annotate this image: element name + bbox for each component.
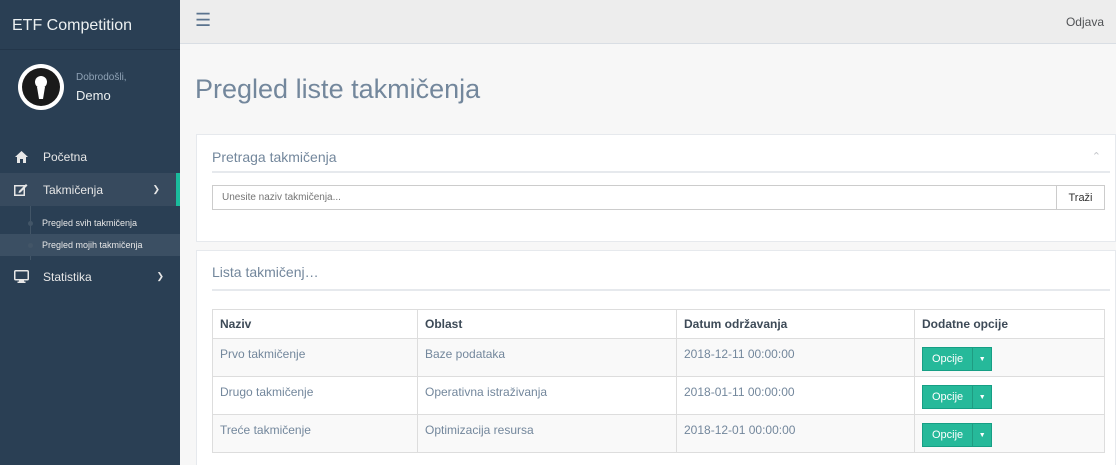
sidebar-item-takmicenja[interactable]: Takmičenja ❯ [0,173,180,206]
cell-naziv: Drugo takmičenje [212,376,418,415]
user-name: Demo [76,88,111,103]
list-panel: Lista takmičenj… Naziv Oblast Datum održ… [196,250,1116,465]
logout-link[interactable]: Odjava [1066,15,1104,29]
sidebar-subitem-all[interactable]: Pregled svih takmičenja [0,212,180,234]
menu-toggle-icon[interactable]: ☰ [195,10,211,31]
welcome-text: Dobrodošli, [76,72,127,83]
cell-options: Opcije ▼ [914,376,1105,415]
top-navbar: ☰ Odjava [180,0,1116,44]
cell-datum: 2018-01-11 00:00:00 [676,376,915,415]
table-row: Prvo takmičenje Baze podataka 2018-12-11… [212,338,1105,377]
options-button[interactable]: Opcije [922,423,973,447]
page-title: Pregled liste takmičenja [195,74,481,104]
caret-down-icon[interactable]: ▼ [972,385,993,409]
panel-divider [212,171,1110,173]
table-row: Drugo takmičenje Operativna istraživanja… [212,376,1105,415]
sidebar: ETF Competition Dobrodošli, Demo Početna… [0,0,180,465]
home-icon [13,150,29,163]
cell-datum: 2018-12-11 00:00:00 [676,338,915,377]
table-header-row: Naziv Oblast Datum održavanja Dodatne op… [212,309,1105,339]
panel-divider [212,289,1110,291]
bullet-icon [28,221,33,226]
column-header: Dodatne opcije [914,309,1105,339]
search-input[interactable] [212,185,1056,210]
brand-title[interactable]: ETF Competition [0,0,180,50]
sidebar-item-label: Početna [43,149,88,164]
search-panel: Pretraga takmičenja ⌃ Traži [196,134,1116,242]
sidebar-subitem-label: Pregled svih takmičenja [42,218,138,228]
search-panel-title: Pretraga takmičenja [212,149,337,165]
cell-oblast: Baze podataka [417,338,677,377]
user-silhouette-icon [22,68,60,106]
bullet-icon [28,243,33,248]
sidebar-item-label: Statistika [43,269,92,284]
sidebar-subitem-label: Pregled mojih takmičenja [42,240,143,250]
list-panel-title: Lista takmičenj… [212,264,319,280]
options-button-group: Opcije ▼ [922,423,993,447]
cell-options: Opcije ▼ [914,414,1105,453]
cell-datum: 2018-12-01 00:00:00 [676,414,915,453]
sidebar-subitem-mine[interactable]: Pregled mojih takmičenja [0,234,180,256]
cell-oblast: Operativna istraživanja [417,376,677,415]
side-menu: Početna Takmičenja ❯ Pregled svih takmič… [0,140,180,293]
options-button-group: Opcije ▼ [922,385,993,409]
sidebar-item-label: Takmičenja [43,182,104,197]
avatar [18,64,64,110]
search-button[interactable]: Traži [1056,185,1105,210]
edit-icon [13,183,29,196]
caret-down-icon[interactable]: ▼ [972,423,993,447]
options-button-group: Opcije ▼ [922,347,993,371]
chevron-down-icon: ❯ [156,271,164,281]
chevron-down-icon: ❯ [152,184,160,194]
cell-naziv: Treće takmičenje [212,414,418,453]
cell-oblast: Optimizacija resursa [417,414,677,453]
competitions-table: Naziv Oblast Datum održavanja Dodatne op… [212,309,1105,453]
column-header[interactable]: Naziv [212,309,418,339]
sidebar-item-statistika[interactable]: Statistika ❯ [0,260,180,293]
submenu-takmicenja: Pregled svih takmičenja Pregled mojih ta… [0,206,180,260]
caret-down-icon[interactable]: ▼ [972,347,993,371]
collapse-icon[interactable]: ⌃ [1092,150,1101,163]
profile: Dobrodošli, Demo [0,50,180,122]
cell-naziv: Prvo takmičenje [212,338,418,377]
table-row: Treće takmičenje Optimizacija resursa 20… [212,414,1105,453]
options-button[interactable]: Opcije [922,347,973,371]
column-header[interactable]: Oblast [417,309,677,339]
column-header[interactable]: Datum održavanja [676,309,915,339]
cell-options: Opcije ▼ [914,338,1105,377]
desktop-icon [13,270,29,283]
sidebar-item-pocetna[interactable]: Početna [0,140,180,173]
options-button[interactable]: Opcije [922,385,973,409]
